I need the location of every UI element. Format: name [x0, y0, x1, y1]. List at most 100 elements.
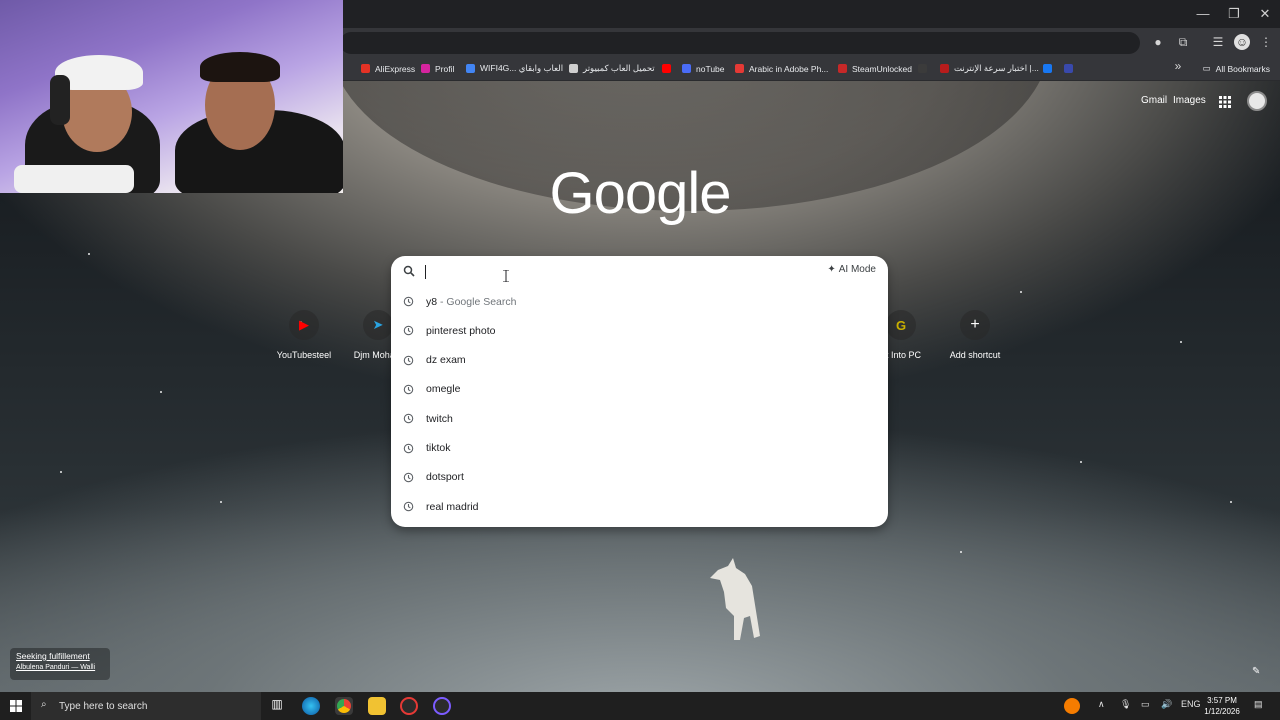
clock-time: 3:57 PM [1207, 696, 1237, 705]
bookmark-label: AliExpress [375, 63, 416, 74]
customize-pencil-icon[interactable]: ✎ [1252, 666, 1264, 678]
suggestion-text: dotsport [426, 471, 464, 484]
bookmark-favicon-icon [735, 64, 744, 73]
search-suggestion[interactable]: y8 - Google Search [391, 287, 888, 316]
tray-chevron-icon[interactable]: ∧ [1098, 699, 1105, 710]
bookmark-item[interactable]: noTube [682, 60, 725, 77]
tray-app-icon[interactable] [1064, 698, 1080, 714]
search-suggestion[interactable]: real madrid [391, 492, 888, 521]
taskbar-search[interactable]: ⌕ Type here to search [31, 692, 261, 720]
chrome-icon[interactable] [335, 697, 353, 715]
text-cursor-icon [503, 270, 509, 282]
record-icon[interactable]: ● [1150, 34, 1166, 50]
telegram-icon: ➤ [363, 310, 393, 340]
add-shortcut-button[interactable]: + Add shortcut [940, 310, 1010, 360]
search-dropdown: ✦ AI Mode y8 - Google Search pinterest ph… [391, 256, 888, 527]
bookmark-item[interactable]: Arabic in Adobe Ph... [735, 60, 828, 77]
search-suggestion[interactable]: twitch [391, 404, 888, 433]
search-suggestion[interactable]: omegle [391, 375, 888, 404]
suggestion-text: real madrid [426, 500, 479, 513]
suggestion-text: y8 - Google Search [426, 295, 517, 308]
bookmark-item[interactable] [918, 60, 932, 77]
wallpaper-title[interactable]: Seeking fulfillement [16, 651, 104, 661]
search-suggestion[interactable]: dz exam [391, 346, 888, 375]
extensions-icon[interactable]: ⧉ [1175, 34, 1191, 50]
shortcut-label: Add shortcut [949, 350, 1001, 360]
bookmark-item[interactable]: SteamUnlocked [838, 60, 912, 77]
bookmark-favicon-icon [838, 64, 847, 73]
bookmark-label: Arabic in Adobe Ph... [749, 63, 829, 74]
search-suggestion[interactable]: pinterest photo [391, 316, 888, 345]
bookmark-favicon-icon [466, 64, 475, 73]
restore-button[interactable]: ❐ [1219, 4, 1249, 24]
bookmark-item[interactable]: AliExpress [361, 60, 415, 77]
google-logo: Google [549, 161, 731, 226]
bookmark-item[interactable]: WIFI4G... العاب وابقاي [466, 60, 563, 77]
bookmark-favicon-icon [662, 64, 671, 73]
bookmark-item[interactable] [662, 60, 676, 77]
bookmark-item[interactable]: تحميل العاب كمبيوتر [569, 60, 655, 77]
suggestion-text: dz exam [426, 354, 466, 367]
app-icon[interactable] [400, 697, 418, 715]
more-bookmarks-icon[interactable]: » [1170, 58, 1186, 74]
images-link[interactable]: Images [1173, 95, 1206, 106]
text-caret [425, 265, 426, 279]
microphone-icon[interactable]: 🎙 [1120, 699, 1131, 710]
bookmark-favicon-icon [1043, 64, 1052, 73]
ai-mode-button[interactable]: ✦ AI Mode [827, 264, 876, 275]
bookmark-favicon-icon [1064, 64, 1073, 73]
close-window-button[interactable]: ✕ [1250, 4, 1280, 24]
minimize-button[interactable]: — [1188, 4, 1218, 24]
bookmark-favicon-icon [682, 64, 691, 73]
wallpaper-credit[interactable]: Seeking fulfillement Albulena Panduri — … [10, 648, 110, 680]
profile-icon[interactable]: ☺ [1234, 34, 1250, 50]
taskbar-search-placeholder: Type here to search [59, 700, 148, 712]
search-input[interactable]: ✦ AI Mode [391, 256, 888, 288]
folder-icon: ▭ [1202, 63, 1211, 73]
search-suggestion[interactable]: tiktok [391, 434, 888, 463]
menu-icon[interactable]: ⋮ [1258, 34, 1274, 50]
all-bookmarks-button[interactable]: ▭ All Bookmarks [1203, 60, 1270, 77]
screen: — ❐ ✕ ● ⧉ ☰ ☺ ⋮ AliExpress Profil WIFI4G..… [0, 0, 1280, 720]
edge-icon[interactable] [302, 697, 320, 715]
bookmark-item[interactable]: اختبار سرعة الإنترنت |... [940, 60, 1039, 77]
google-apps-icon[interactable] [1218, 95, 1232, 109]
notification-icon[interactable]: ▤ [1254, 699, 1263, 710]
history-icon [403, 472, 414, 483]
search-icon: ⌕ [41, 699, 47, 710]
bookmark-item[interactable]: Profil [421, 60, 454, 77]
bookmark-item[interactable] [1043, 60, 1057, 77]
history-icon [403, 296, 414, 307]
volume-icon[interactable]: 🔊 [1161, 699, 1172, 710]
search-suggestion[interactable]: dotsport [391, 463, 888, 492]
bookmark-label: SteamUnlocked [852, 63, 913, 74]
all-bookmarks-label: All Bookmarks [1215, 63, 1270, 74]
suggestion-text: tiktok [426, 442, 451, 454]
windows-start-icon[interactable] [10, 700, 22, 712]
bookmark-label: اختبار سرعة الإنترنت |... [954, 63, 1039, 73]
ai-search-icon: ✦ [827, 264, 836, 275]
address-bar[interactable] [340, 32, 1140, 54]
clock[interactable]: 3:57 PM 1/12/2026 [1198, 695, 1246, 717]
history-icon [403, 326, 414, 336]
suggestion-text: pinterest photo [426, 324, 496, 337]
obs-icon[interactable] [433, 697, 451, 715]
bookmark-favicon-icon [918, 64, 927, 73]
bookmark-item[interactable] [1064, 60, 1078, 77]
account-avatar[interactable] [1247, 91, 1267, 111]
webcam-overlay [0, 0, 343, 193]
task-view-icon[interactable]: ▥ [268, 697, 286, 715]
file-explorer-icon[interactable] [368, 697, 386, 715]
youtube-icon: ▶ [289, 310, 319, 340]
shortcut-youtubesteel[interactable]: ▶ YouTubesteel [269, 310, 339, 360]
bookmark-favicon-icon [421, 64, 430, 73]
bookmark-favicon-icon [569, 64, 578, 73]
wallpaper-author[interactable]: Albulena Panduri — Walli [16, 664, 104, 671]
history-icon [403, 384, 414, 395]
gmail-link[interactable]: Gmail [1141, 95, 1167, 106]
bookmark-favicon-icon [361, 64, 370, 73]
tab-search-icon[interactable]: ☰ [1210, 34, 1226, 50]
network-icon[interactable]: ▭ [1141, 699, 1150, 710]
history-icon [403, 413, 414, 424]
windows-taskbar: ⌕ Type here to search ▥ ∧ 🎙 ▭ 🔊 ENG 3:57… [0, 692, 1280, 720]
